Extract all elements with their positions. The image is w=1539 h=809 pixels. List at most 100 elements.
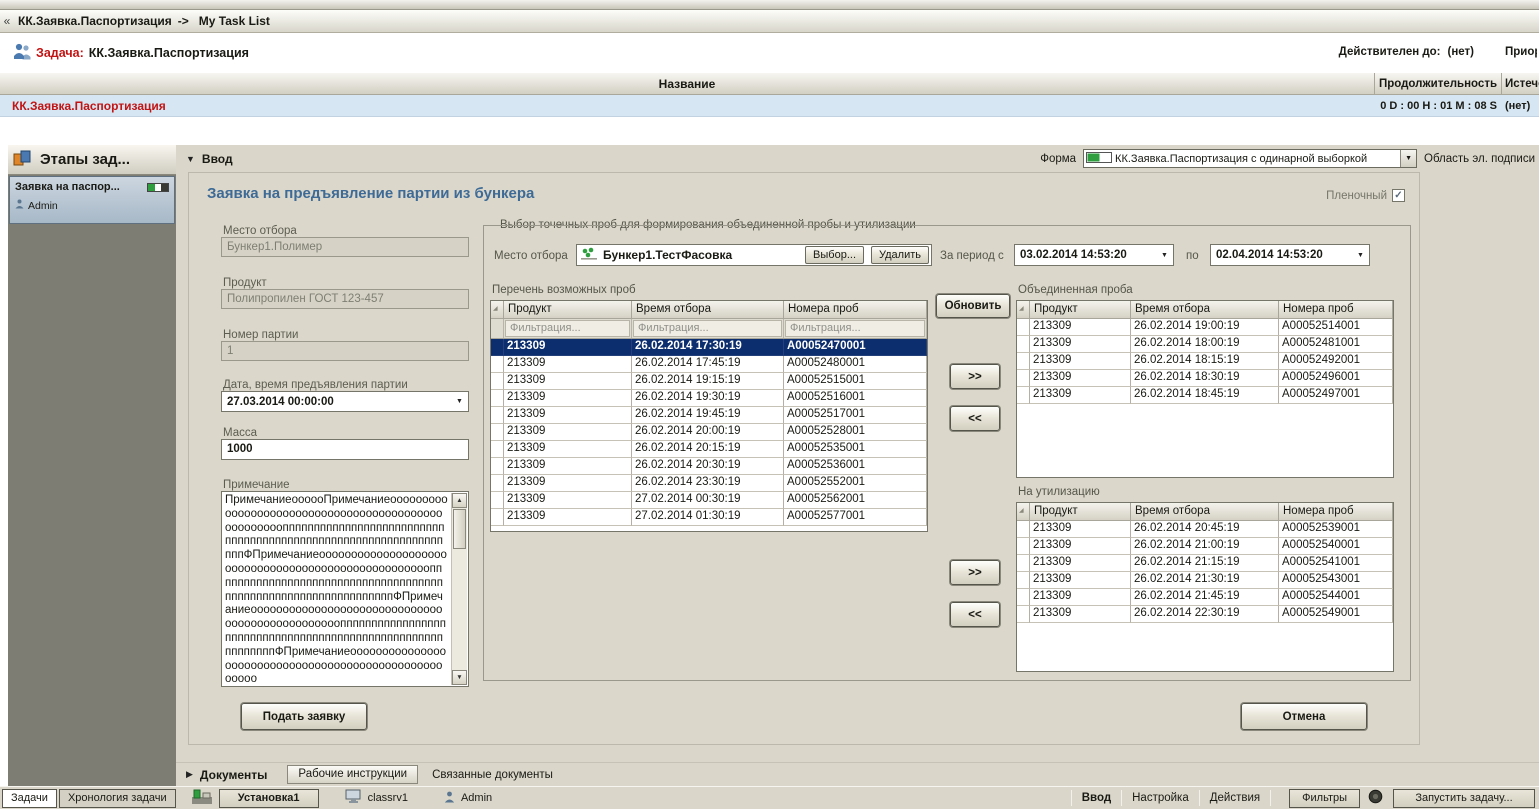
table-cell[interactable]: 26.02.2014 21:00:19 (1131, 538, 1279, 555)
form-dropdown[interactable]: КК.Заявка.Паспортизация с одинарной выбо… (1083, 149, 1418, 168)
chevron-down-icon[interactable]: ▼ (1400, 150, 1417, 167)
cancel-button[interactable]: Отмена (1241, 703, 1367, 730)
table-cell[interactable]: 213309 (1030, 589, 1131, 606)
table-row[interactable]: 213309 26.02.2014 22:30:19 A00052549001 (1017, 606, 1393, 623)
table-cell[interactable]: A00052535001 (784, 441, 927, 458)
chevron-down-icon[interactable]: ▼ (1156, 252, 1173, 259)
table-cell[interactable]: A00052577001 (784, 509, 927, 526)
table-cell[interactable]: A00052480001 (784, 356, 927, 373)
table-cell[interactable]: A00052514001 (1279, 319, 1393, 336)
table-cell[interactable]: A00052481001 (1279, 336, 1393, 353)
table-cell[interactable]: 213309 (1030, 555, 1131, 572)
table-row[interactable]: 213309 26.02.2014 19:30:19 A00052516001 (491, 390, 927, 407)
table-cell[interactable]: 213309 (1030, 572, 1131, 589)
table-cell[interactable]: 26.02.2014 22:30:19 (1131, 606, 1279, 623)
table-row[interactable]: 213309 26.02.2014 18:15:19 A00052492001 (1017, 353, 1393, 370)
filters-button[interactable]: Фильтры (1289, 788, 1360, 808)
status-actions-button[interactable]: Действия (1206, 792, 1264, 804)
status-settings-button[interactable]: Настройка (1128, 792, 1193, 804)
table-row[interactable]: 213309 26.02.2014 19:45:19 A00052517001 (491, 407, 927, 424)
stage-item[interactable]: Заявка на паспор... Admin (9, 176, 175, 224)
table-cell[interactable]: 213309 (504, 475, 632, 492)
table-row[interactable]: 213309 27.02.2014 00:30:19 A00052562001 (491, 492, 927, 509)
note-textarea[interactable]: ПримечаниеоооооПримечаниеооооооооооооооо… (221, 491, 469, 687)
table-cell[interactable]: A00052536001 (784, 458, 927, 475)
table-cell[interactable]: 213309 (504, 509, 632, 526)
table-row[interactable]: 213309 26.02.2014 20:30:19 A00052536001 (491, 458, 927, 475)
table-cell[interactable]: 26.02.2014 19:00:19 (1131, 319, 1279, 336)
mass-field[interactable]: 1000 (221, 439, 469, 460)
table-row[interactable]: 213309 26.02.2014 17:30:19 A00052470001 (491, 339, 927, 356)
table-row[interactable]: 213309 26.02.2014 21:15:19 A00052541001 (1017, 555, 1393, 572)
table-cell[interactable]: 26.02.2014 20:30:19 (632, 458, 784, 475)
column-header[interactable]: Время отбора (1131, 503, 1279, 520)
tab-task-chronology[interactable]: Хронология задачи (58, 788, 176, 808)
table-cell[interactable]: 26.02.2014 21:45:19 (1131, 589, 1279, 606)
table-cell[interactable]: A00052516001 (784, 390, 927, 407)
column-header-expiry[interactable]: Истече (1502, 73, 1539, 94)
table-row[interactable]: 213309 26.02.2014 21:45:19 A00052544001 (1017, 589, 1393, 606)
column-header[interactable]: Время отбора (632, 301, 784, 318)
submit-request-button[interactable]: Подать заявку (241, 703, 367, 730)
table-cell[interactable]: A00052470001 (784, 339, 927, 356)
note-scrollbar[interactable]: ▲ ▼ (451, 493, 467, 685)
datetime-dropdown[interactable]: 27.03.2014 00:00:00 ▼ (221, 391, 469, 412)
table-cell[interactable]: 213309 (1030, 336, 1131, 353)
column-header[interactable]: Номера проб (1279, 301, 1393, 318)
move-from-combined-button[interactable]: << (950, 406, 1000, 431)
table-cell[interactable]: 213309 (504, 441, 632, 458)
table-cell[interactable]: 26.02.2014 20:15:19 (632, 441, 784, 458)
table-cell[interactable]: A00052541001 (1279, 555, 1393, 572)
chevron-down-icon[interactable]: ▼ (1352, 252, 1369, 259)
table-row[interactable]: 213309 26.02.2014 18:00:19 A00052481001 (1017, 336, 1393, 353)
table-cell[interactable]: 213309 (504, 458, 632, 475)
table-cell[interactable]: 26.02.2014 23:30:19 (632, 475, 784, 492)
task-row-name[interactable]: КК.Заявка.Паспортизация (0, 95, 1375, 116)
table-cell[interactable]: 213309 (1030, 521, 1131, 538)
move-from-utilization-button[interactable]: << (950, 602, 1000, 627)
choose-button[interactable]: Выбор... (805, 246, 864, 264)
table-cell[interactable]: A00052540001 (1279, 538, 1393, 555)
table-row[interactable]: 213309 26.02.2014 20:00:19 A00052528001 (491, 424, 927, 441)
table-cell[interactable]: A00052492001 (1279, 353, 1393, 370)
table-cell[interactable]: 26.02.2014 18:30:19 (1131, 370, 1279, 387)
column-header[interactable]: Продукт (1030, 301, 1131, 318)
table-cell[interactable]: 26.02.2014 18:00:19 (1131, 336, 1279, 353)
refresh-button[interactable]: Обновить (936, 294, 1010, 318)
table-cell[interactable]: A00052539001 (1279, 521, 1393, 538)
table-row[interactable]: 213309 27.02.2014 01:30:19 A00052577001 (491, 509, 927, 526)
column-header-name[interactable]: Название (0, 73, 1375, 94)
table-cell[interactable]: 27.02.2014 00:30:19 (632, 492, 784, 509)
table-cell[interactable]: A00052552001 (784, 475, 927, 492)
table-cell[interactable]: 213309 (1030, 319, 1131, 336)
table-cell[interactable]: A00052528001 (784, 424, 927, 441)
delete-button[interactable]: Удалить (871, 246, 929, 264)
table-row[interactable]: 213309 26.02.2014 18:45:19 A00052497001 (1017, 387, 1393, 404)
table-cell[interactable]: 26.02.2014 19:15:19 (632, 373, 784, 390)
table-row[interactable]: 213309 26.02.2014 20:45:19 A00052539001 (1017, 521, 1393, 538)
table-cell[interactable]: 213309 (504, 407, 632, 424)
tab-related-documents[interactable]: Связанные документы (432, 769, 553, 781)
table-cell[interactable]: A00052543001 (1279, 572, 1393, 589)
column-header[interactable]: Время отбора (1131, 301, 1279, 318)
table-cell[interactable]: A00052496001 (1279, 370, 1393, 387)
period-from-dropdown[interactable]: 03.02.2014 14:53:20 ▼ (1014, 244, 1174, 266)
table-row[interactable]: 213309 26.02.2014 20:15:19 A00052535001 (491, 441, 927, 458)
table-cell[interactable]: A00052515001 (784, 373, 927, 390)
filter-input[interactable]: Фильтрация... (633, 320, 782, 337)
period-to-dropdown[interactable]: 02.04.2014 14:53:20 ▼ (1210, 244, 1370, 266)
column-header[interactable]: Номера проб (784, 301, 927, 318)
record-circle-icon[interactable] (1368, 789, 1383, 807)
table-cell[interactable]: 213309 (504, 390, 632, 407)
table-cell[interactable]: 26.02.2014 21:15:19 (1131, 555, 1279, 572)
table-cell[interactable]: 26.02.2014 20:45:19 (1131, 521, 1279, 538)
table-cell[interactable]: 213309 (1030, 353, 1131, 370)
table-cell[interactable]: 26.02.2014 19:45:19 (632, 407, 784, 424)
breadcrumb-root[interactable]: КК.Заявка.Паспортизация (18, 14, 172, 28)
scrollbar-track[interactable] (452, 550, 467, 670)
table-cell[interactable]: A00052497001 (1279, 387, 1393, 404)
table-cell[interactable]: 213309 (504, 356, 632, 373)
table-row[interactable]: 213309 26.02.2014 19:15:19 A00052515001 (491, 373, 927, 390)
table-cell[interactable]: 26.02.2014 19:30:19 (632, 390, 784, 407)
table-cell[interactable]: 213309 (1030, 387, 1131, 404)
